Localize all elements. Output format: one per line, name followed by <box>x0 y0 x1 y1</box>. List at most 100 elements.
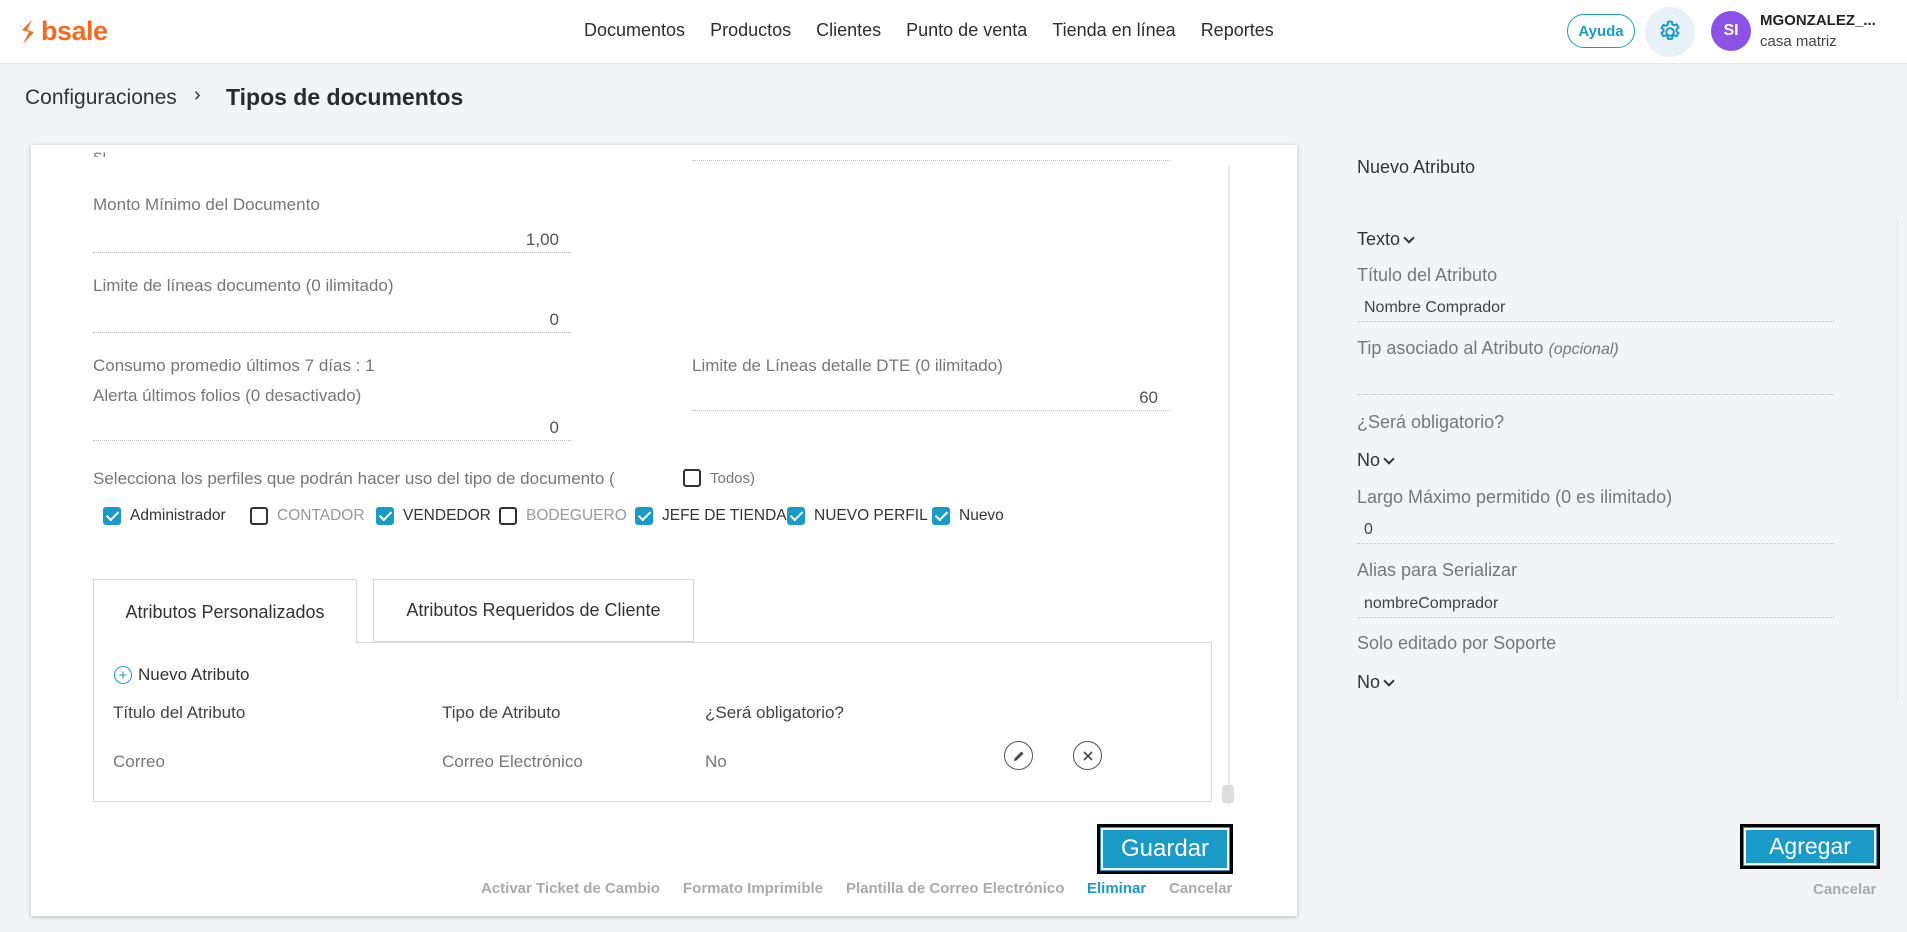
nav-documentos[interactable]: Documentos <box>584 20 685 41</box>
all-profiles-label: Todos) <box>710 469 756 487</box>
nav-clientes[interactable]: Clientes <box>816 20 881 41</box>
chevron-down-icon <box>1383 452 1395 465</box>
checkbox-checked-icon[interactable] <box>376 507 394 525</box>
settings-button[interactable] <box>1645 7 1695 57</box>
column-header-title: Título del Atributo <box>113 703 246 722</box>
breadcrumb-configuraciones[interactable]: Configuraciones <box>25 86 177 110</box>
scrollbar-track[interactable] <box>1228 165 1230 805</box>
chevron-down-icon <box>1383 674 1395 687</box>
gear-icon <box>1660 20 1680 40</box>
nav-punto-de-venta[interactable]: Punto de venta <box>906 20 1027 41</box>
support-only-select[interactable]: No <box>1357 672 1395 693</box>
nav-tienda-en-linea[interactable]: Tienda en línea <box>1052 20 1175 41</box>
line-limit-input[interactable]: 0 <box>93 307 571 333</box>
attribute-title-label: Título del Atributo <box>1357 265 1498 285</box>
cancel-link[interactable]: Cancelar <box>1169 880 1232 897</box>
pencil-icon <box>1013 751 1023 761</box>
tip-input[interactable] <box>1357 367 1834 395</box>
checkbox-checked-icon[interactable] <box>635 507 653 525</box>
support-only-value: No <box>1357 672 1381 692</box>
profile-nuevo-checkbox[interactable]: Nuevo <box>932 507 1004 525</box>
required-value: No <box>1357 450 1381 470</box>
dte-limit-label: Limite de Líneas detalle DTE (0 ilimitad… <box>692 356 1003 375</box>
profile-administrador-checkbox[interactable]: Administrador <box>103 507 226 525</box>
min-amount-label: Monto Mínimo del Documento <box>93 195 320 214</box>
line-limit-label: Limite de líneas documento (0 ilimitado) <box>93 276 394 295</box>
profile-label: CONTADOR <box>277 507 365 524</box>
column-header-type: Tipo de Atributo <box>442 703 561 722</box>
profile-label: BODEGUERO <box>526 507 627 524</box>
required-select[interactable]: No <box>1357 450 1395 471</box>
row-type-cell: Correo Electrónico <box>442 752 583 771</box>
profiles-label: Selecciona los perfiles que podrán hacer… <box>93 469 615 488</box>
alias-label: Alias para Serializar <box>1357 560 1518 580</box>
delete-link[interactable]: Eliminar <box>1087 880 1146 897</box>
row-title-cell: Correo <box>113 752 165 771</box>
checkbox-checked-icon[interactable] <box>103 507 121 525</box>
nav-productos[interactable]: Productos <box>710 20 791 41</box>
max-length-input[interactable]: 0 <box>1357 516 1834 544</box>
tip-label: Tip asociado al Atributo (opcional) <box>1357 338 1619 359</box>
page-title: Tipos de documentos <box>226 84 464 110</box>
nav-reportes[interactable]: Reportes <box>1201 20 1274 41</box>
add-circle-icon: + <box>114 666 132 684</box>
profile-label: Administrador <box>130 507 226 524</box>
avg-consumption-text: Consumo promedio últimos 7 días : 1 <box>93 356 375 375</box>
new-attribute-label: Nuevo Atributo <box>138 665 250 684</box>
top-navigation-bar: bsale Documentos Productos Clientes Punt… <box>0 0 1907 64</box>
delete-attribute-button[interactable] <box>1073 741 1102 770</box>
tab-atributos-personalizados[interactable]: Atributos Personalizados <box>93 579 357 644</box>
activate-exchange-ticket-link[interactable]: Activar Ticket de Cambio <box>481 880 660 897</box>
cut-off-field[interactable] <box>692 145 1170 161</box>
user-name[interactable]: MGONZALEZ_... <box>1760 12 1876 29</box>
close-icon <box>1082 750 1093 761</box>
document-type-form-card: SI Monto Mínimo del Documento 1,00 Limit… <box>31 145 1297 916</box>
checkbox-box[interactable] <box>250 507 268 525</box>
attribute-type-select[interactable]: Texto <box>1357 229 1415 250</box>
printable-format-link[interactable]: Formato Imprimible <box>683 880 823 897</box>
email-template-link[interactable]: Plantilla de Correo Electrónico <box>846 880 1064 897</box>
save-button[interactable]: Guardar <box>1097 824 1233 874</box>
scrollbar-thumb[interactable] <box>1222 785 1234 803</box>
new-attribute-link[interactable]: + Nuevo Atributo <box>114 665 250 685</box>
profile-nuevo-perfil-checkbox[interactable]: NUEVO PERFIL <box>787 507 928 525</box>
profile-label: NUEVO PERFIL <box>814 507 928 524</box>
attributes-panel <box>93 642 1212 802</box>
add-attribute-button[interactable]: Agregar <box>1740 824 1880 869</box>
new-attribute-panel-title: Nuevo Atributo <box>1357 157 1476 177</box>
min-amount-input[interactable]: 1,00 <box>93 227 571 253</box>
help-button[interactable]: Ayuda <box>1567 14 1635 48</box>
profile-jefe-de-tienda-checkbox[interactable]: JEFE DE TIENDA <box>635 507 787 525</box>
profile-contador-checkbox[interactable]: CONTADOR <box>250 507 365 525</box>
tip-label-text: Tip asociado al Atributo <box>1357 338 1544 358</box>
dte-limit-input[interactable]: 60 <box>692 385 1170 411</box>
checkbox-box[interactable] <box>499 507 517 525</box>
column-header-required: ¿Será obligatorio? <box>705 703 844 722</box>
profile-vendedor-checkbox[interactable]: VENDEDOR <box>376 507 491 525</box>
bsale-logo[interactable]: bsale <box>19 16 108 47</box>
bsale-logo-icon <box>22 19 34 44</box>
edit-attribute-button[interactable] <box>1004 741 1033 770</box>
checkbox-box[interactable] <box>683 469 701 487</box>
all-profiles-checkbox[interactable]: Todos) <box>683 469 755 487</box>
cut-off-label: SI <box>93 149 107 157</box>
support-only-label: Solo editado por Soporte <box>1357 633 1557 653</box>
panel-cancel-link[interactable]: Cancelar <box>1813 881 1876 898</box>
main-nav: Documentos Productos Clientes Punto de v… <box>584 20 1299 41</box>
required-label: ¿Será obligatorio? <box>1357 412 1505 432</box>
attribute-title-input[interactable]: Nombre Comprador <box>1357 294 1834 322</box>
tip-optional-hint: (opcional) <box>1548 341 1619 358</box>
profile-bodeguero-checkbox[interactable]: BODEGUERO <box>499 507 627 525</box>
panel-divider <box>1897 220 1898 700</box>
logo-text: bsale <box>41 16 108 46</box>
max-length-label: Largo Máximo permitido (0 es ilimitado) <box>1357 487 1673 507</box>
alias-input[interactable]: nombreComprador <box>1357 590 1834 618</box>
profile-label: Nuevo <box>959 507 1004 524</box>
profile-label: JEFE DE TIENDA <box>662 507 787 524</box>
checkbox-checked-icon[interactable] <box>932 507 950 525</box>
tab-atributos-requeridos-cliente[interactable]: Atributos Requeridos de Cliente <box>373 579 694 642</box>
checkbox-checked-icon[interactable] <box>787 507 805 525</box>
folio-alert-input[interactable]: 0 <box>93 415 571 441</box>
profile-label: VENDEDOR <box>403 507 491 524</box>
user-avatar[interactable]: SI <box>1711 11 1751 51</box>
